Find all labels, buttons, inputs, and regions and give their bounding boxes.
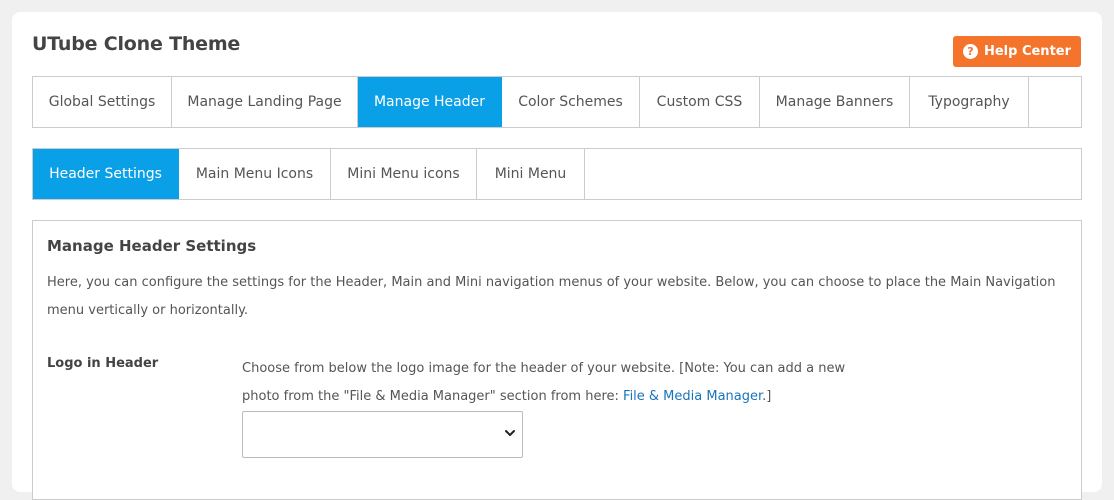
tab-typography[interactable]: Typography <box>910 77 1029 127</box>
tab-manage-landing-page[interactable]: Manage Landing Page <box>172 77 358 127</box>
page-title: UTube Clone Theme <box>32 33 241 55</box>
logo-in-header-label: Logo in Header <box>47 356 159 371</box>
tab-color-schemes[interactable]: Color Schemes <box>502 77 640 127</box>
tab-manage-header[interactable]: Manage Header <box>358 77 502 127</box>
logo-select[interactable] <box>242 411 523 458</box>
header-settings-form: Manage Header Settings Here, you can con… <box>32 220 1082 500</box>
subtab-header-settings[interactable]: Header Settings <box>33 149 179 199</box>
logo-help-suffix: .] <box>762 389 772 404</box>
subtab-mini-menu[interactable]: Mini Menu <box>477 149 585 199</box>
sub-tabs: Header Settings Main Menu Icons Mini Men… <box>32 148 1082 200</box>
help-center-label: Help Center <box>983 44 1072 59</box>
section-title: Manage Header Settings <box>47 237 257 255</box>
chevron-down-icon <box>505 430 515 436</box>
question-circle-icon: ? <box>962 44 978 59</box>
tab-global-settings[interactable]: Global Settings <box>33 77 172 127</box>
section-description: Here, you can configure the settings for… <box>47 275 1056 318</box>
subtab-main-menu-icons[interactable]: Main Menu Icons <box>179 149 331 199</box>
tab-custom-css[interactable]: Custom CSS <box>640 77 760 127</box>
help-center-button[interactable]: ? Help Center <box>953 36 1081 67</box>
logo-field-help: Choose from below the logo image for the… <box>242 355 882 411</box>
settings-panel: UTube Clone Theme ? Help Center Global S… <box>12 12 1102 500</box>
subtab-mini-menu-icons[interactable]: Mini Menu icons <box>331 149 477 199</box>
main-tabs: Global Settings Manage Landing Page Mana… <box>32 76 1082 128</box>
file-media-manager-link[interactable]: File & Media Manager <box>623 389 762 404</box>
tab-manage-banners[interactable]: Manage Banners <box>760 77 910 127</box>
